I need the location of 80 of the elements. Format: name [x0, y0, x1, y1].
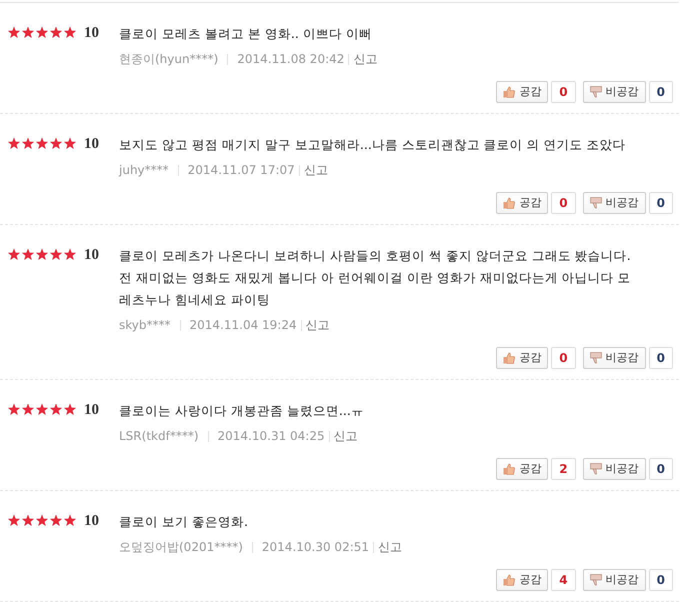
author-name: 오덮징어밥(0201****) — [119, 539, 243, 556]
star-icon — [35, 514, 49, 527]
review-date: 2014.11.07 17:07 — [188, 162, 295, 179]
dislike-button[interactable]: 비공감 — [582, 347, 646, 369]
like-count: 0 — [551, 192, 576, 214]
star-icon — [7, 403, 21, 416]
review-text: 클로이 모레츠가 나온다니 보려하니 사람들의 호평이 썩 좋지 않더군요 그래도 봤습니다. 전 재미없는 영화도 재밌게 봅니다 아 런어웨이걸 이란 영화가 재미없다는게 아닙니다 모레츠누나 힘네세요 파이팅 — [119, 247, 632, 309]
thumbs-down-icon — [590, 352, 602, 364]
review-text: 클로이는 사랑이다 개봉관좀 늘렸으면...ㅠ — [119, 402, 365, 420]
dislike-count: 0 — [648, 81, 673, 103]
star-icon — [21, 26, 35, 39]
thumbs-down-icon — [590, 574, 602, 586]
dislike-count: 0 — [648, 458, 673, 480]
star-icon — [7, 137, 21, 150]
star-icon — [63, 26, 77, 39]
star-icon — [21, 248, 35, 261]
thumbs-up-icon — [503, 352, 516, 364]
review-date: 2014.11.08 20:42 — [237, 51, 344, 68]
score: 10 — [84, 26, 99, 40]
like-count: 4 — [551, 569, 576, 591]
like-button[interactable]: 공감 — [496, 192, 548, 214]
star-icon — [63, 403, 77, 416]
star-icon — [35, 26, 49, 39]
star-icon — [7, 248, 21, 261]
dislike-count: 0 — [648, 347, 673, 369]
star-icon — [63, 137, 77, 150]
thumbs-up-icon — [503, 86, 516, 98]
star-icon — [35, 248, 49, 261]
dislike-button[interactable]: 비공감 — [582, 458, 646, 480]
dislike-button[interactable]: 비공감 — [582, 81, 646, 103]
thumbs-up-icon — [503, 574, 516, 586]
thumbs-down-icon — [590, 463, 602, 475]
star-icon — [63, 248, 77, 261]
review-text: 클로이 보기 좋은영화. — [119, 513, 249, 531]
like-count: 0 — [551, 81, 576, 103]
star-icon — [7, 26, 21, 39]
star-icon — [7, 514, 21, 527]
star-icon — [63, 514, 77, 527]
dislike-count: 0 — [648, 569, 673, 591]
review-text: 보지도 않고 평점 매기지 말구 보고말해라...나름 스토리괜찮고 클로이 의 연기도 조았다 — [119, 136, 627, 154]
thumbs-up-icon — [503, 463, 516, 475]
review-text: 클로이 모레츠 볼려고 본 영화.. 이쁘다 이뻐 — [119, 25, 373, 43]
like-count: 0 — [551, 347, 576, 369]
score: 10 — [84, 248, 99, 262]
like-button[interactable]: 공감 — [496, 458, 548, 480]
dislike-button[interactable]: 비공감 — [582, 192, 646, 214]
star-icon — [49, 26, 63, 39]
star-icon — [49, 137, 63, 150]
report-link[interactable]: 신고 — [304, 161, 328, 179]
star-icon — [49, 514, 63, 527]
like-count: 2 — [551, 458, 576, 480]
report-link[interactable]: 신고 — [306, 316, 330, 334]
review-date: 2014.11.04 19:24 — [190, 317, 297, 334]
report-link[interactable]: 신고 — [353, 50, 378, 68]
thumbs-up-icon — [503, 197, 516, 209]
star-icon — [35, 403, 49, 416]
author-name: skyb**** — [119, 317, 170, 334]
dislike-count: 0 — [648, 192, 673, 214]
thumbs-down-icon — [590, 197, 602, 209]
star-icon — [35, 137, 49, 150]
score: 10 — [84, 137, 99, 151]
report-link[interactable]: 신고 — [378, 538, 402, 556]
author-name: 현종이(hyun****) — [119, 51, 218, 68]
star-icon — [21, 403, 35, 416]
star-icon — [21, 137, 35, 150]
author-name: LSR(tkdf****) — [119, 428, 198, 445]
review-date: 2014.10.30 02:51 — [262, 539, 370, 556]
star-icon — [49, 403, 63, 416]
like-button[interactable]: 공감 — [496, 81, 548, 103]
star-icon — [21, 514, 35, 527]
report-link[interactable]: 신고 — [334, 427, 358, 445]
like-button[interactable]: 공감 — [496, 347, 548, 369]
thumbs-down-icon — [590, 86, 602, 98]
score: 10 — [84, 514, 99, 528]
like-button[interactable]: 공감 — [496, 569, 548, 591]
star-icon — [49, 248, 63, 261]
review-date: 2014.10.31 04:25 — [218, 428, 325, 445]
author-name: juhy**** — [119, 162, 169, 179]
dislike-button[interactable]: 비공감 — [582, 569, 646, 591]
score: 10 — [84, 403, 99, 417]
